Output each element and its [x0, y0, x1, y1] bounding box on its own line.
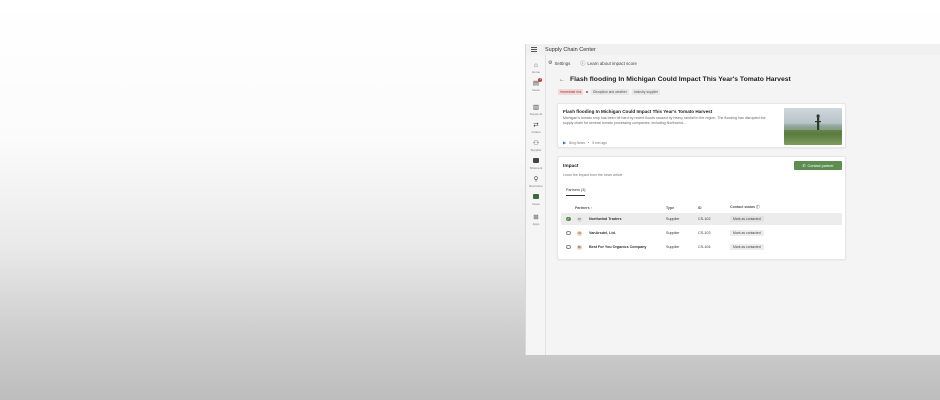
news-title: Flash flooding In Michigan Could Impact … [563, 109, 713, 114]
page-title: Flash flooding In Michigan Could Impact … [570, 76, 791, 83]
table-row[interactable]: ✓ NT Northwind Traders Supplier CS-102 M… [561, 213, 842, 225]
row-checkbox[interactable] [566, 230, 571, 236]
orders-icon: ⇄ [533, 122, 539, 129]
table-row[interactable]: BF Best For You Organics Company Supplie… [561, 241, 842, 253]
notification-badge: 1 [538, 78, 543, 82]
partner-name: Northwind Traders [589, 217, 622, 221]
rail-item-home[interactable]: ⌂ Home [526, 62, 546, 74]
toolbar: ⚙ Settings ⓘ Learn about impact score [548, 58, 637, 68]
app-title: Supply Chain Center [545, 46, 596, 53]
table-header: Partners ↑ Type ID Contact status ⓘ [566, 204, 842, 211]
news-meta: ▶ Bing News 5 min ago [563, 140, 607, 145]
mark-contacted-button[interactable]: Mark as contacted [730, 230, 764, 236]
chart-icon: ▥ [532, 104, 540, 111]
learn-impact-score-link[interactable]: ⓘ Learn about impact score [580, 60, 637, 67]
gear-icon: ⚙ [548, 60, 553, 66]
rail-item-shipment[interactable]: Shipment [526, 158, 546, 170]
app-launcher-icon[interactable] [531, 46, 537, 53]
tab-partners[interactable]: Partners (3) [566, 188, 586, 196]
news-thumbnail [784, 108, 842, 145]
column-header-id[interactable]: ID [698, 204, 702, 211]
partner-avatar: VA [577, 230, 582, 236]
partner-type: Supplier [666, 231, 680, 235]
partner-type: Supplier [666, 245, 680, 249]
rail-item-recruitment[interactable]: ⚲ Recruitme [526, 176, 546, 188]
column-header-partners[interactable]: Partners ↑ [575, 204, 592, 211]
rail-item-news[interactable]: ▤ 1 News [526, 78, 546, 92]
rail-item-supplier[interactable]: ⚇ Supplier [526, 140, 546, 152]
news-icon: ▤ 1 [532, 78, 543, 87]
news-source: Bing News [569, 140, 585, 145]
impact-title: Impact [563, 164, 579, 169]
info-icon: ⓘ [580, 60, 586, 67]
news-card[interactable]: Flash flooding In Michigan Could Impact … [557, 103, 846, 148]
mark-contacted-button[interactable]: Mark as contacted [730, 244, 764, 250]
row-checkbox[interactable] [566, 244, 571, 250]
rail-item-supply-ai[interactable]: ▥ Supply AI [526, 104, 546, 116]
home-icon: ⌂ [534, 62, 538, 69]
impact-card: Impact Learn the impact from the news ar… [557, 156, 846, 260]
partner-name: VanArsdel, Ltd. [589, 231, 616, 235]
rail-item-news-2[interactable]: News [526, 194, 546, 206]
page-heading: ← Flash flooding In Michigan Could Impac… [559, 76, 791, 83]
contact-partner-button[interactable]: ✆ Contact partner [794, 161, 842, 170]
tag-industry: Industry supplier [631, 89, 661, 95]
partner-id: CS-104 [698, 245, 711, 249]
back-arrow-icon[interactable]: ← [559, 77, 565, 83]
separator-dot [586, 91, 588, 93]
tag-immediate-risk: Immediate risk [558, 89, 584, 95]
tag-list: Immediate risk Disruption and weather In… [558, 89, 661, 95]
impact-subtitle: Learn the impact from the news article [563, 173, 623, 177]
nav-rail: ⌂ Home ▤ 1 News ▥ Supply AI ⇄ Orders ⚇ Su… [526, 55, 546, 355]
mark-contacted-button[interactable]: Mark as contacted [730, 216, 764, 222]
rail-item-orders[interactable]: ⇄ Orders [526, 122, 546, 134]
news-summary: Michigan's tomato crop has been hit hard… [563, 116, 766, 125]
news-time: 5 min ago [592, 140, 607, 145]
rail-item-apps[interactable]: ⊞ Apps [526, 214, 546, 226]
tag-disruption: Disruption and weather [590, 89, 629, 95]
partner-id: CS-103 [698, 231, 711, 235]
column-header-type[interactable]: Type [666, 204, 674, 211]
apps-icon: ⊞ [533, 214, 539, 221]
person-search-icon: ⚲ [533, 176, 539, 183]
column-header-status[interactable]: Contact status ⓘ [730, 204, 760, 211]
partner-avatar: BF [577, 244, 582, 250]
bing-icon: ▶ [563, 140, 567, 145]
people-icon: ⚇ [533, 140, 539, 147]
partner-name: Best For You Organics Company [589, 245, 647, 249]
title-bar: Supply Chain Center [526, 44, 940, 55]
row-checkbox[interactable]: ✓ [566, 216, 571, 222]
phone-icon: ✆ [802, 164, 806, 168]
partner-type: Supplier [666, 217, 680, 221]
app-window: Supply Chain Center ⌂ Home ▤ 1 News ▥ Sup… [525, 44, 940, 355]
newspaper-icon [533, 194, 539, 201]
partner-id: CS-102 [698, 217, 711, 221]
partner-avatar: NT [577, 216, 582, 222]
shipment-icon [533, 158, 539, 165]
settings-button[interactable]: ⚙ Settings [548, 60, 570, 66]
table-row[interactable]: VA VanArsdel, Ltd. Supplier CS-103 Mark … [561, 227, 842, 239]
